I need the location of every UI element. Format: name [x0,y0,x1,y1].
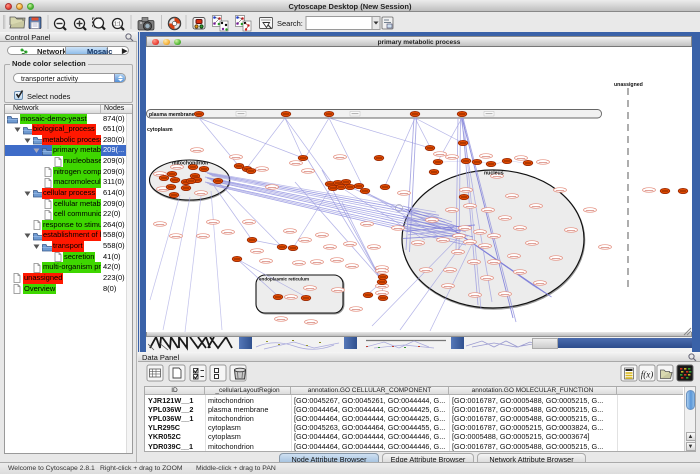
svg-text:endoplasmic reticulum: endoplasmic reticulum [259,276,309,281]
svg-text:nucleus: nucleus [484,170,504,176]
svg-text:f(x): f(x) [641,370,654,380]
svg-text:1:1: 1:1 [114,22,121,28]
svg-text:plasma membrane: plasma membrane [149,112,195,118]
svg-text:mitochondrion: mitochondrion [172,160,208,166]
svg-text:cytoplasm: cytoplasm [147,127,173,133]
svg-text:Search:: Search: [277,19,303,28]
svg-text:unassigned: unassigned [614,82,643,88]
